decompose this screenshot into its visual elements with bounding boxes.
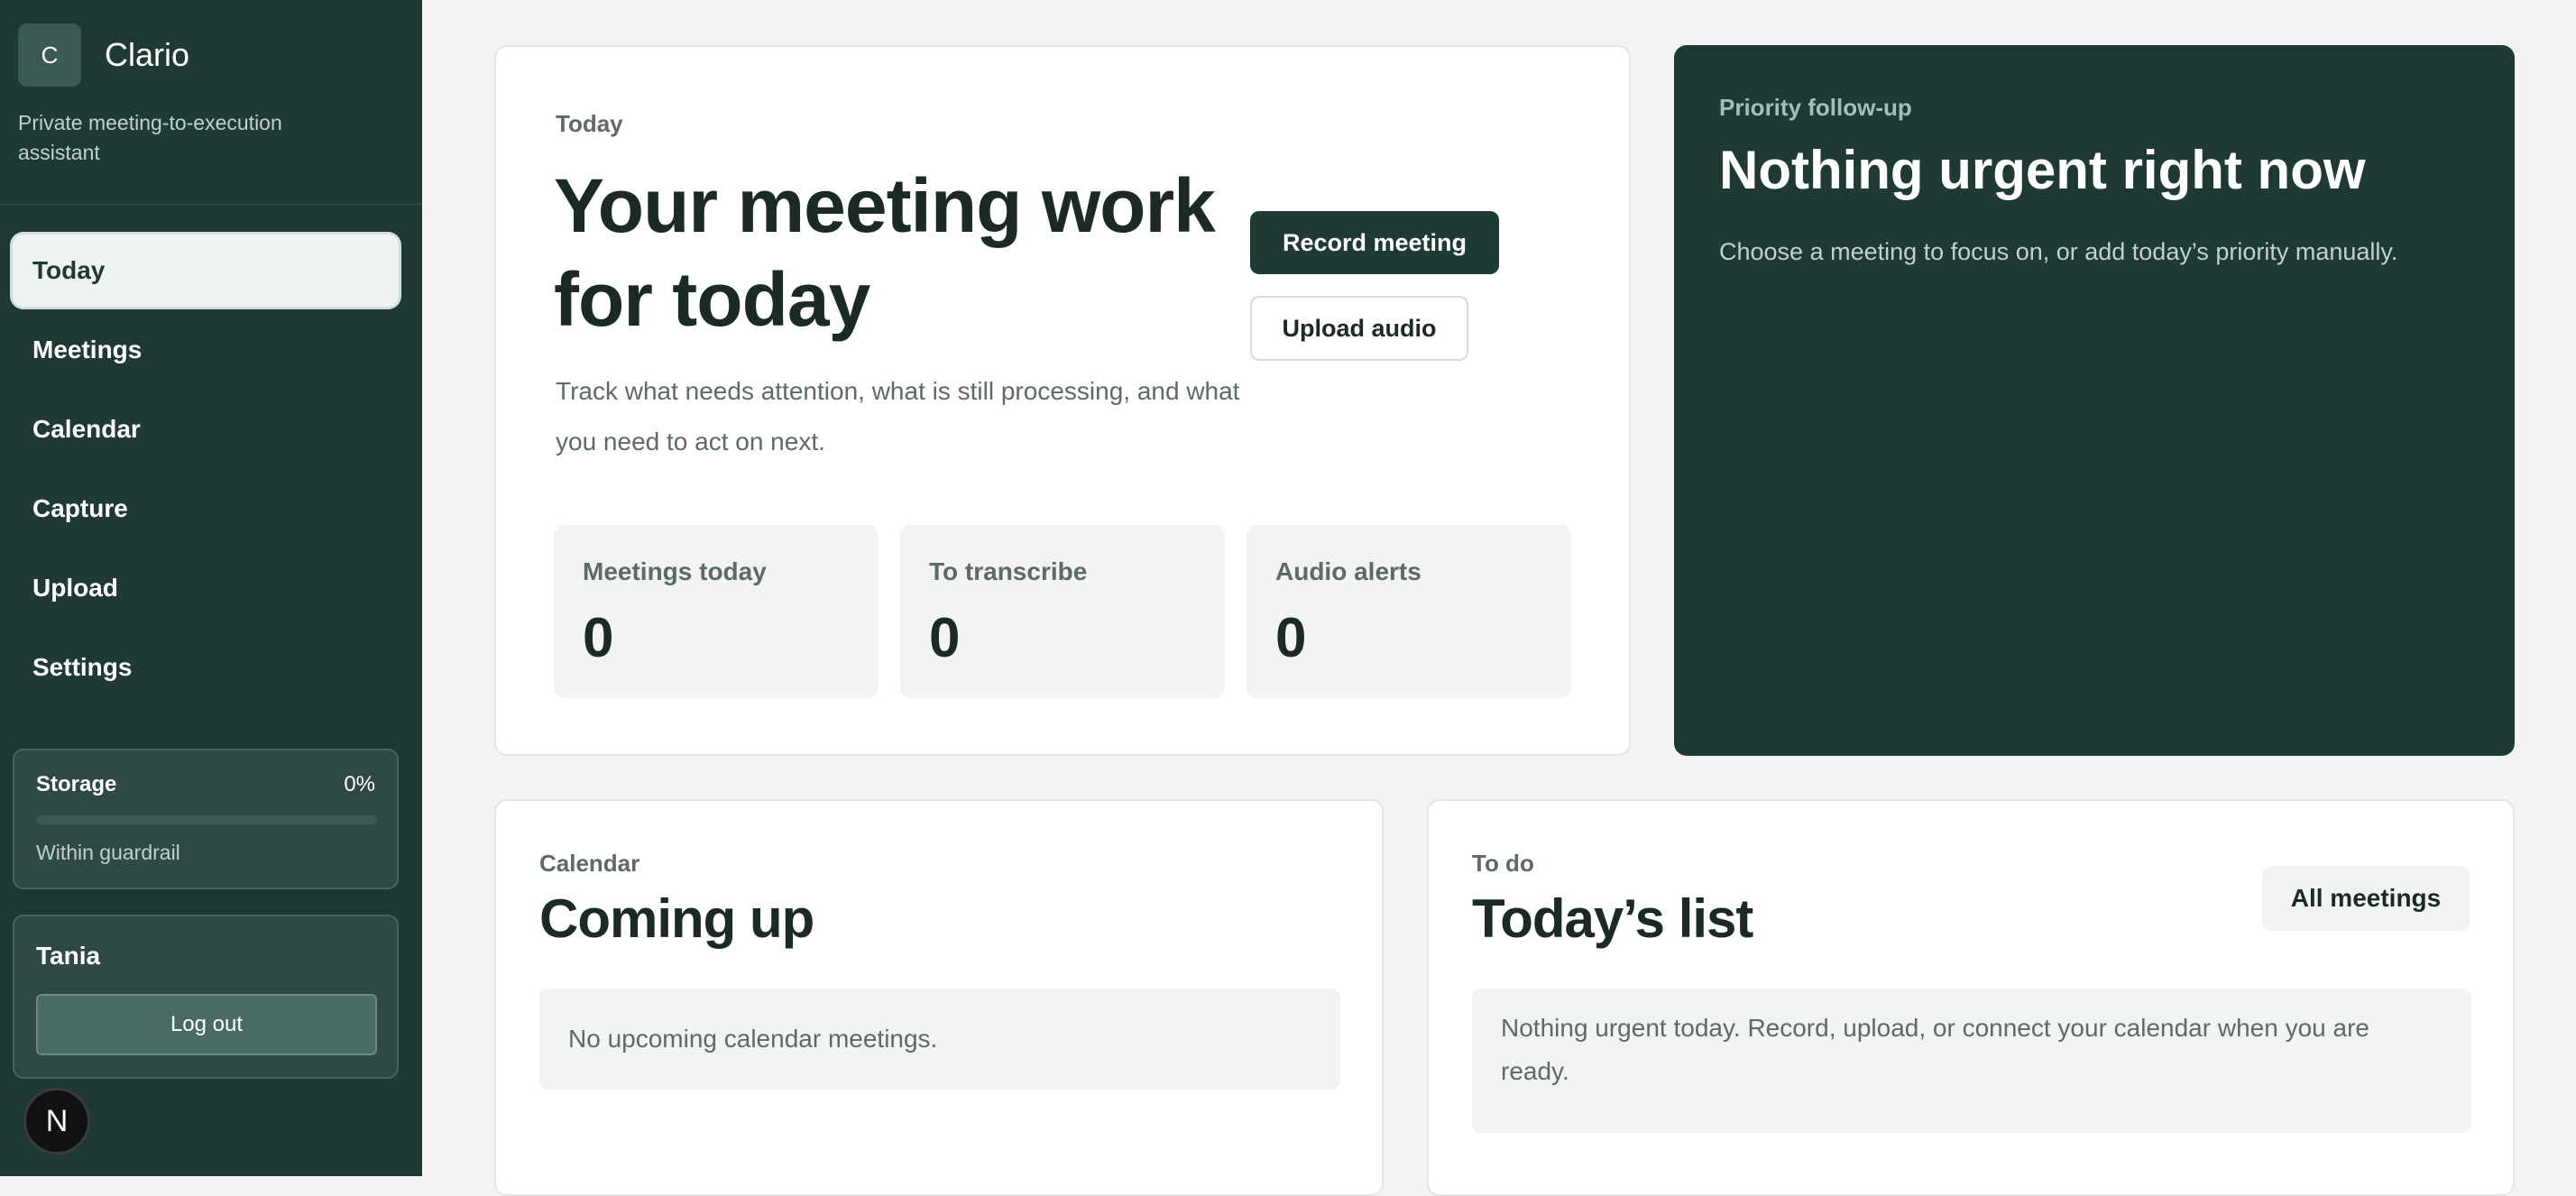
stat-label: To transcribe	[929, 557, 1088, 585]
storage-card: Storage 0% Within guardrail	[13, 749, 399, 889]
priority-eyebrow: Priority follow-up	[1719, 94, 1912, 121]
stat-to-transcribe: To transcribe 0	[900, 525, 1225, 698]
stat-label: Meetings today	[583, 557, 767, 585]
sidebar-item-capture[interactable]: Capture	[13, 473, 399, 545]
coming-up-card: Calendar Coming up No upcoming calendar …	[494, 799, 1384, 1196]
sidebar-item-upload[interactable]: Upload	[13, 552, 399, 624]
priority-follow-up-card: Priority follow-up Nothing urgent right …	[1674, 45, 2515, 756]
stat-audio-alerts: Audio alerts 0	[1247, 525, 1571, 698]
brand[interactable]: C Clario	[18, 23, 189, 87]
record-meeting-button[interactable]: Record meeting	[1250, 211, 1499, 274]
upload-audio-button[interactable]: Upload audio	[1250, 296, 1468, 361]
today-hero-card: Today Your meeting work for today Track …	[494, 45, 1631, 756]
storage-percent: 0%	[344, 772, 375, 796]
sidebar: C Clario Private meeting-to-execution as…	[0, 0, 422, 1176]
stat-value: 0	[583, 607, 614, 669]
all-meetings-button[interactable]: All meetings	[2262, 866, 2470, 931]
user-card: Tania Log out	[13, 915, 399, 1079]
sidebar-nav: Today Meetings Calendar Capture Upload S…	[13, 235, 399, 711]
priority-description: Choose a meeting to focus on, or add tod…	[1719, 238, 2398, 265]
app-name: Clario	[105, 36, 190, 73]
app-tagline: Private meeting-to-execution assistant	[18, 111, 282, 164]
stat-meetings-today: Meetings today 0	[554, 525, 879, 698]
priority-title: Nothing urgent right now	[1719, 140, 2366, 200]
upcoming-eyebrow: Calendar	[539, 850, 640, 877]
upcoming-title: Coming up	[539, 888, 814, 949]
hero-eyebrow: Today	[556, 110, 623, 137]
storage-label: Storage	[36, 772, 117, 796]
upcoming-empty-state: No upcoming calendar meetings.	[539, 989, 1340, 1090]
stat-value: 0	[1275, 607, 1307, 669]
sidebar-divider	[0, 204, 422, 205]
sidebar-item-meetings[interactable]: Meetings	[13, 314, 399, 386]
dev-tools-badge[interactable]: N	[23, 1088, 90, 1155]
todo-empty-state: Nothing urgent today. Record, upload, or…	[1472, 989, 2471, 1133]
todays-list-card: To do Today’s list All meetings Nothing …	[1427, 799, 2515, 1196]
hero-description: Track what needs attention, what is stil…	[556, 377, 1240, 455]
storage-note: Within guardrail	[36, 841, 180, 864]
logout-button[interactable]: Log out	[36, 994, 377, 1055]
user-name: Tania	[36, 942, 101, 970]
stat-value: 0	[929, 607, 961, 669]
sidebar-item-settings[interactable]: Settings	[13, 631, 399, 704]
storage-progress-bar	[36, 815, 377, 824]
page-title: Your meeting work for today	[554, 163, 1216, 342]
sidebar-item-today[interactable]: Today	[13, 235, 399, 307]
stat-label: Audio alerts	[1275, 557, 1421, 585]
todo-eyebrow: To do	[1472, 850, 1534, 877]
app-logo: C	[18, 23, 81, 87]
sidebar-item-calendar[interactable]: Calendar	[13, 393, 399, 465]
todo-title: Today’s list	[1472, 888, 1753, 949]
